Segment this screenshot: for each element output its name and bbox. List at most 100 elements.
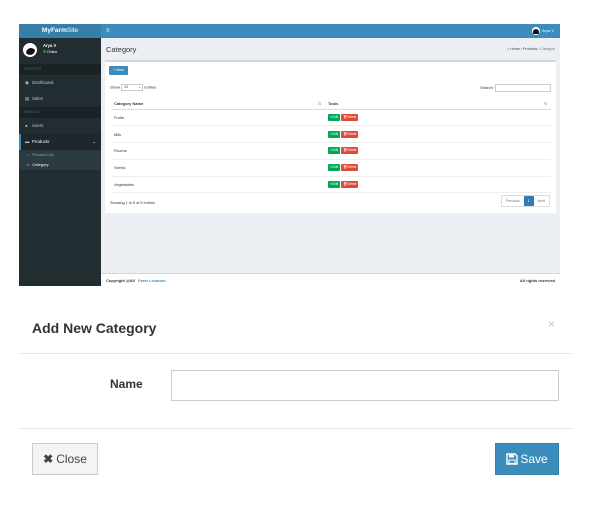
next-button[interactable]: Next <box>534 196 549 206</box>
sidebar-header-reports: REPORTS <box>19 64 101 75</box>
circle-icon: ○ <box>27 162 30 167</box>
delete-button[interactable]: 🗑Delete <box>341 181 359 189</box>
top-navbar: ≡ Arya V <box>101 24 560 38</box>
category-name-cell: Vegetables <box>111 176 325 194</box>
sidebar-item-sales[interactable]: ▤ Sales <box>19 91 101 107</box>
column-header-tools[interactable]: Tools ⇅ <box>325 99 551 110</box>
new-button-label: New <box>116 68 124 72</box>
footer-copyright: Copyright @AV <box>106 278 136 283</box>
entries-select-value: 10 <box>124 85 128 89</box>
edit-button-label: Edit <box>332 131 339 136</box>
delete-button[interactable]: 🗑Delete <box>341 164 359 172</box>
plus-icon: + <box>113 68 116 72</box>
table-info: Showing 1 to 5 of 5 entries <box>110 201 155 205</box>
name-label: Name <box>110 377 143 391</box>
topbar-user-menu[interactable]: Arya V <box>531 24 554 38</box>
column-header-label: Category Name <box>114 101 144 107</box>
previous-button[interactable]: Previous <box>502 196 524 206</box>
brand-logo[interactable]: MyFarmSite <box>19 24 101 38</box>
breadcrumb: ⌂ Home › Products › Category <box>507 47 555 51</box>
user-status: Online <box>43 50 57 54</box>
circle-icon: ○ <box>27 152 30 157</box>
table-row: Fruits ✎Edit 🗑Delete <box>111 109 551 127</box>
edit-button[interactable]: ✎Edit <box>328 130 341 138</box>
search-input[interactable] <box>495 84 551 92</box>
sidebar-header-manage: MANAGE <box>19 107 101 118</box>
modal-header-divider <box>19 353 572 354</box>
sort-icon: ⇅ <box>317 102 321 106</box>
sidebar-subitem-label: Category <box>32 162 49 167</box>
table-row: Seeds ✎Edit 🗑Delete <box>111 159 551 177</box>
sidebar-item-dashboard[interactable]: ◉ Dashboard <box>19 75 101 91</box>
search-label: Search: <box>480 85 494 91</box>
sidebar-subitem-product-list[interactable]: ○ Product List <box>19 150 101 160</box>
pagination: Previous 1 Next <box>500 195 550 207</box>
user-panel: Arya V Online <box>19 38 101 64</box>
delete-button[interactable]: 🗑Delete <box>341 113 359 121</box>
category-name-cell: Rooms <box>111 142 325 160</box>
sidebar-item-products[interactable]: ▬ Products ⌄ <box>19 134 101 150</box>
name-input[interactable] <box>171 370 559 401</box>
user-avatar <box>23 43 37 57</box>
delete-button-label: Delete <box>347 165 357 170</box>
sidebar-subitem-label: Product List <box>32 152 54 157</box>
background-screenshot: MyFarmSite Arya V Online REPORTS ◉ Dashbo… <box>19 24 560 286</box>
sidebar-item-label: Sales <box>32 96 43 101</box>
save-button-label: Save <box>520 452 548 466</box>
chevron-down-icon: ⌄ <box>92 139 96 144</box>
new-button[interactable]: + New <box>109 66 128 75</box>
modal-footer-divider <box>19 428 572 429</box>
sidebar: MyFarmSite Arya V Online REPORTS ◉ Dashbo… <box>19 24 101 286</box>
chevron-down-icon: ⌄ <box>138 85 142 89</box>
tools-cell: ✎Edit 🗑Delete <box>325 109 551 127</box>
page-1-button[interactable]: 1 <box>523 196 534 206</box>
page-title: Category <box>106 45 137 54</box>
edit-button-label: Edit <box>332 114 339 119</box>
sidebar-item-label: Users <box>32 123 44 128</box>
close-x-icon: ✖ <box>43 452 54 466</box>
edit-button-label: Edit <box>332 182 339 187</box>
tools-cell: ✎Edit 🗑Delete <box>325 125 551 144</box>
edit-button[interactable]: ✎Edit <box>328 181 341 189</box>
footer: Copyright @AV Farm Location All rights re… <box>101 273 560 286</box>
table-search: Search: <box>480 84 551 92</box>
close-button[interactable]: ✖ Close <box>32 443 98 475</box>
modal-title: Add New Category <box>32 320 157 336</box>
edit-button-label: Edit <box>332 165 339 170</box>
sidebar-item-label: Dashboard <box>32 80 54 85</box>
sales-icon: ▤ <box>25 96 30 101</box>
sidebar-subitem-category[interactable]: ○ Category <box>19 160 101 170</box>
sidebar-item-users[interactable]: ● Users <box>19 118 101 134</box>
close-icon[interactable]: × <box>548 317 555 331</box>
edit-button[interactable]: ✎Edit <box>328 147 341 155</box>
products-icon: ▬ <box>25 139 30 144</box>
save-button[interactable]: Save <box>495 443 559 475</box>
tools-cell: ✎Edit 🗑Delete <box>325 176 551 194</box>
delete-button[interactable]: 🗑Delete <box>341 130 359 138</box>
show-label: Show <box>110 84 121 90</box>
tools-cell: ✎Edit 🗑Delete <box>325 142 551 160</box>
breadcrumb-products[interactable]: Products <box>523 47 537 51</box>
column-header-category-name[interactable]: Category Name ⇅ <box>111 99 325 110</box>
users-icon: ● <box>25 123 28 128</box>
menu-toggle-icon[interactable]: ≡ <box>106 24 110 38</box>
sidebar-submenu: ○ Product List ○ Category <box>19 150 101 170</box>
footer-link[interactable]: Farm Location <box>138 278 166 283</box>
table-row: Milk ✎Edit 🗑Delete <box>111 125 551 144</box>
edit-button[interactable]: ✎Edit <box>328 164 341 172</box>
close-button-label: Close <box>56 452 87 466</box>
column-header-label: Tools <box>328 101 339 107</box>
delete-button-label: Delete <box>347 148 357 153</box>
edit-button[interactable]: ✎Edit <box>328 113 341 121</box>
delete-button[interactable]: 🗑Delete <box>341 147 359 155</box>
delete-button-label: Delete <box>347 182 357 187</box>
brand-bold: MyFarm <box>41 27 67 34</box>
dashboard-icon: ◉ <box>25 80 29 85</box>
topbar-avatar <box>531 26 540 35</box>
entries-select[interactable]: 10 ⌄ <box>121 84 144 91</box>
category-name-cell: Seeds <box>111 159 325 177</box>
breadcrumb-home[interactable]: Home <box>510 47 520 51</box>
entries-label: entries <box>144 84 157 90</box>
breadcrumb-category: Category <box>540 47 555 51</box>
topbar-user-name: Arya V <box>541 28 554 33</box>
